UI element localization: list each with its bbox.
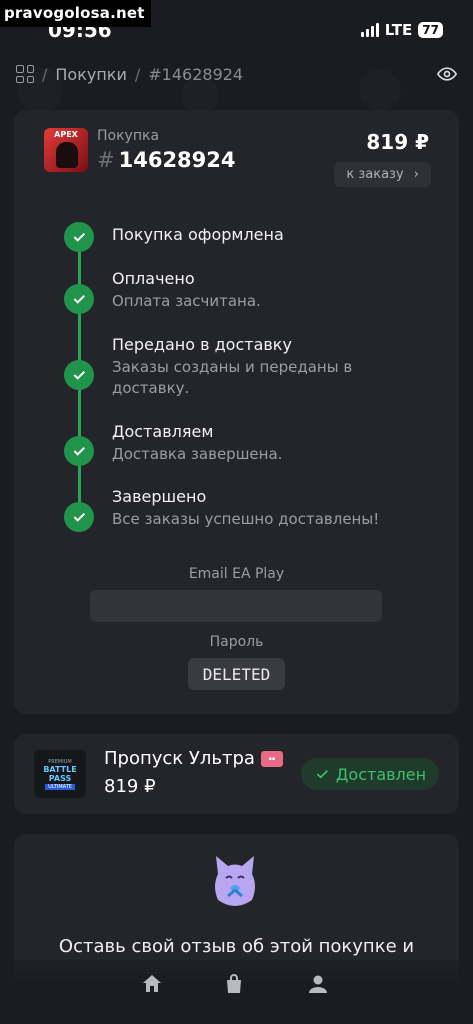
game-logo-text: APEX [54, 130, 78, 139]
game-logo: APEX [44, 128, 88, 172]
item-card[interactable]: PREMIUM BATTLE PASS ULTIMATE Пропуск Уль… [14, 734, 459, 814]
purchase-price: 819 ₽ [366, 130, 429, 154]
item-image-text-main: BATTLE PASS [43, 764, 77, 783]
status-badge: Доставлен [301, 758, 439, 790]
network-type: LTE [384, 21, 413, 39]
breadcrumb: / Покупки / #14628924 [16, 62, 457, 86]
item-image-text-tag: ULTIMATE [45, 783, 75, 790]
check-icon [64, 436, 94, 466]
purchase-type-label: Покупка [97, 128, 160, 144]
step-title: Передано в доставку [112, 335, 292, 354]
review-prompt: Оставь свой отзыв об этой покупке и [58, 936, 415, 957]
purchase-number: #14628924 [97, 148, 236, 172]
check-icon [64, 222, 94, 252]
check-icon [64, 502, 94, 532]
bottom-nav [0, 960, 473, 1024]
step-description: Доставка завершена. [112, 445, 283, 463]
item-price: 819 ₽ [104, 776, 156, 797]
purchase-number-value: 14628924 [118, 148, 236, 172]
password-label: Пароль [209, 634, 264, 650]
step-title: Оплачено [112, 269, 195, 288]
status-badge-label: Доставлен [335, 764, 427, 784]
home-icon[interactable] [140, 972, 164, 996]
step-title: Покупка оформлена [112, 225, 284, 244]
hash-symbol: # [97, 148, 115, 172]
watermark: pravogolosa.net [0, 0, 151, 27]
check-icon [316, 770, 328, 779]
ticket-icon: ▪▪ [260, 750, 283, 767]
item-name-row: Пропуск Ультра ▪▪ [104, 748, 283, 769]
to-order-label: к заказу [346, 167, 404, 182]
signal-icon [360, 23, 379, 37]
password-value[interactable]: DELETED [188, 658, 285, 690]
step-description: Заказы созданы и переданы в доставку. [112, 358, 353, 397]
step-description: Оплата засчитана. [112, 292, 261, 310]
item-image: PREMIUM BATTLE PASS ULTIMATE [34, 750, 86, 798]
status-right: LTE 77 [360, 21, 443, 39]
breadcrumb-separator: / [134, 64, 141, 84]
breadcrumb-current: #14628924 [148, 64, 244, 84]
step-title: Доставляем [112, 422, 214, 441]
breadcrumb-separator: / [42, 64, 48, 84]
email-label: Email EA Play [188, 566, 285, 582]
chevron-right-icon: › [413, 167, 419, 182]
battery-icon: 77 [418, 22, 443, 38]
bag-icon[interactable] [222, 972, 246, 996]
mascot-cat-icon [215, 856, 255, 906]
email-field[interactable] [90, 590, 382, 622]
item-name: Пропуск Ультра [104, 748, 255, 769]
grid-icon[interactable] [16, 65, 34, 83]
eye-icon[interactable] [437, 64, 457, 84]
check-icon [64, 284, 94, 314]
step-title: Завершено [112, 487, 207, 506]
to-order-button[interactable]: к заказу › [334, 162, 431, 187]
purchase-card: APEX Покупка #14628924 819 ₽ к заказу › … [14, 110, 459, 714]
breadcrumb-purchases[interactable]: Покупки [55, 65, 126, 84]
check-icon [64, 360, 94, 390]
user-icon[interactable] [306, 972, 330, 996]
step-description: Все заказы успешно доставлены! [112, 510, 380, 528]
